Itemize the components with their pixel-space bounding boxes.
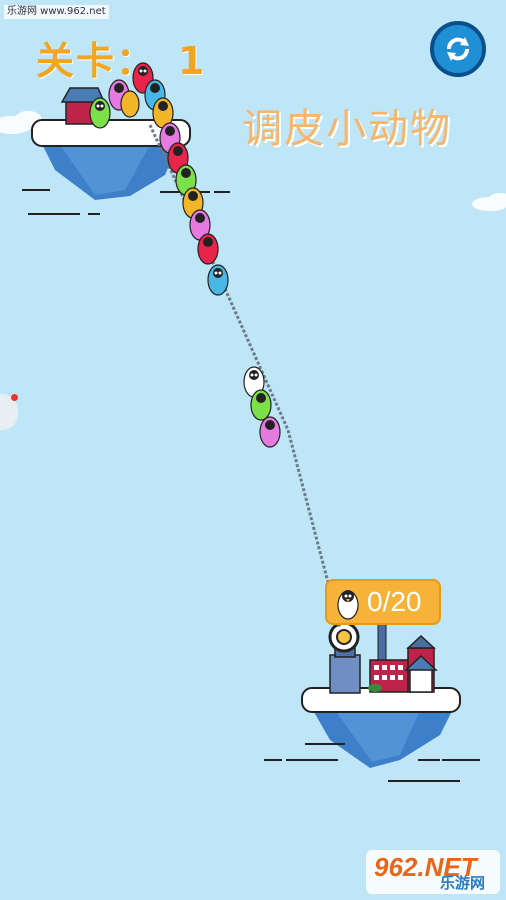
goal-island <box>301 621 461 768</box>
penguin-icon <box>337 590 359 620</box>
cloud-right <box>472 193 506 211</box>
rescued-count-text: 0/20 <box>367 586 422 617</box>
notification-dot <box>11 394 18 401</box>
rescued-counter: 0/20 <box>325 579 441 625</box>
penguin-icon <box>120 90 140 118</box>
game-scene <box>0 62 506 782</box>
lighthouse <box>328 621 361 694</box>
bottom-watermark: 962.NET 乐游网 <box>366 850 500 894</box>
watermark-site-name: 乐游网 <box>440 875 486 892</box>
